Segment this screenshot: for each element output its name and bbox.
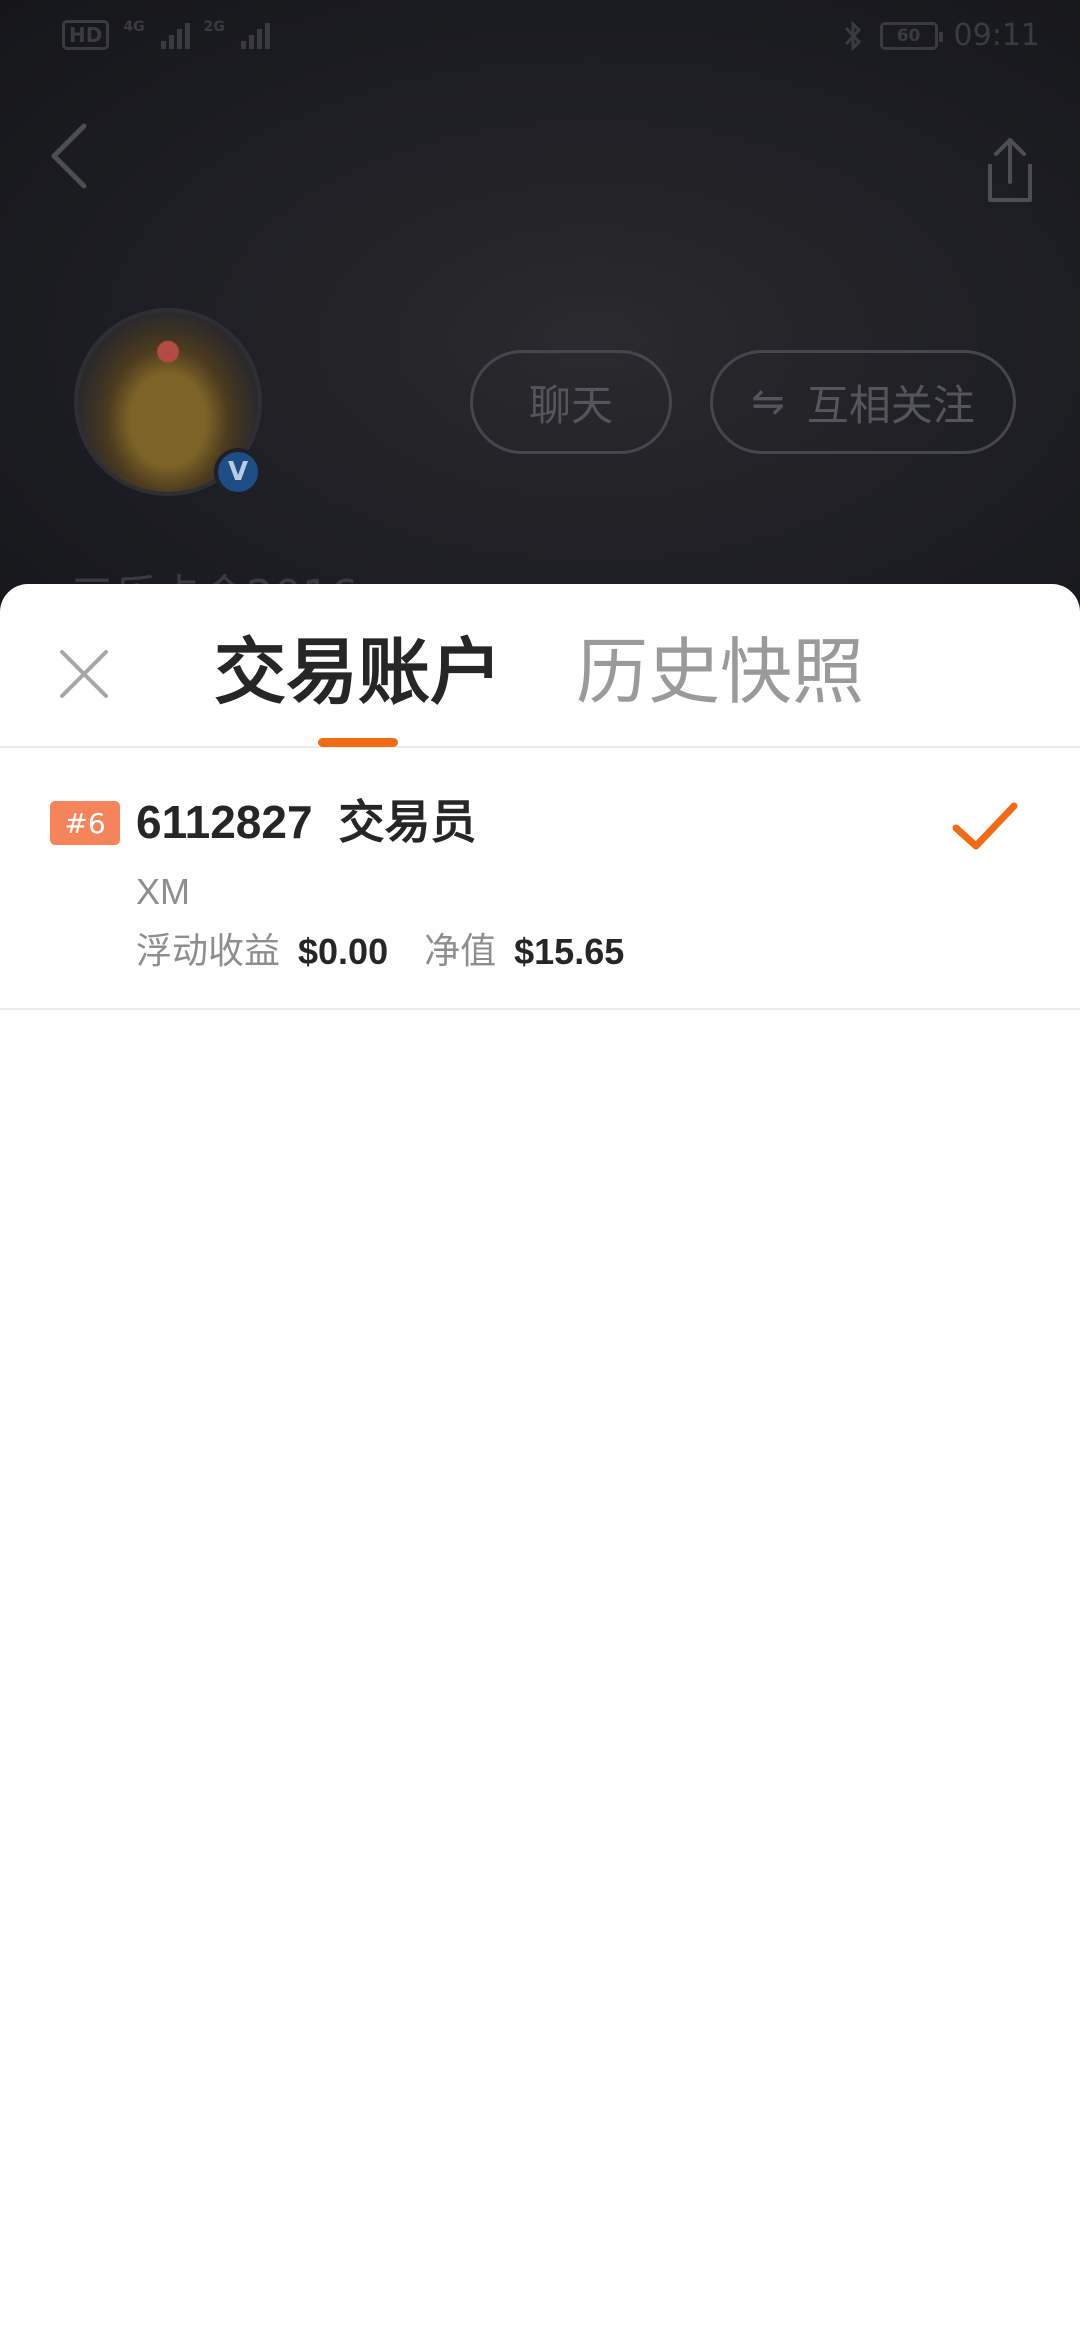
tab-history-snapshots[interactable]: 历史快照 (576, 624, 864, 720)
swap-arrows-icon: ⇋ (751, 379, 785, 425)
clock: 09:11 (953, 18, 1040, 53)
chat-button[interactable]: 聊天 (470, 350, 672, 454)
bluetooth-icon (844, 19, 861, 52)
status-bar: HD 4G 2G 60 09:11 (0, 0, 1080, 72)
rank-badge: #6 (50, 801, 120, 845)
account-number: 6112827 (136, 796, 313, 848)
close-icon[interactable] (52, 642, 116, 706)
checkmark-icon (952, 802, 1018, 850)
equity-value: $15.65 (514, 931, 625, 972)
sheet-header: 交易账户 历史快照 (0, 584, 1080, 748)
hd-indicator: HD (62, 20, 110, 50)
status-right: 60 09:11 (842, 18, 1040, 53)
follow-button[interactable]: ⇋ 互相关注 (710, 350, 1016, 454)
tab-trading-accounts[interactable]: 交易账户 (214, 624, 502, 720)
chat-button-label: 聊天 (528, 380, 613, 430)
share-icon[interactable] (980, 136, 1040, 206)
network-label-1: 4G (123, 19, 145, 35)
active-tab-indicator (318, 738, 398, 747)
signal-icon (240, 21, 270, 49)
account-role: 交易员 (338, 795, 477, 849)
account-bottom-sheet: 交易账户 历史快照 #6 6112827 交易员 XM 浮动收益 $0.00 净… (0, 584, 1080, 2340)
equity-label: 净值 (424, 931, 497, 972)
profile-background: HD 4G 2G 60 09:11 V 聊天 ⇋ 互相关注 (0, 0, 1080, 620)
avatar-container[interactable]: V (74, 308, 262, 496)
follow-button-label: 互相关注 (806, 380, 975, 430)
account-metrics: 浮动收益 $0.00 净值 $15.65 (136, 928, 660, 976)
account-title: 6112827 交易员 (136, 792, 477, 852)
status-left: HD 4G 2G (62, 19, 270, 50)
broker-name: XM (136, 871, 190, 912)
signal-icon (160, 21, 190, 49)
battery-icon: 60 (879, 21, 943, 50)
verified-badge-icon: V (214, 448, 262, 496)
network-label-2: 2G (203, 19, 225, 35)
floating-profit-value: $0.00 (298, 931, 389, 972)
floating-profit-label: 浮动收益 (136, 931, 281, 972)
chevron-left-icon[interactable] (46, 120, 94, 192)
account-list-item[interactable]: #6 6112827 交易员 XM 浮动收益 $0.00 净值 $15.65 (0, 748, 1080, 1010)
